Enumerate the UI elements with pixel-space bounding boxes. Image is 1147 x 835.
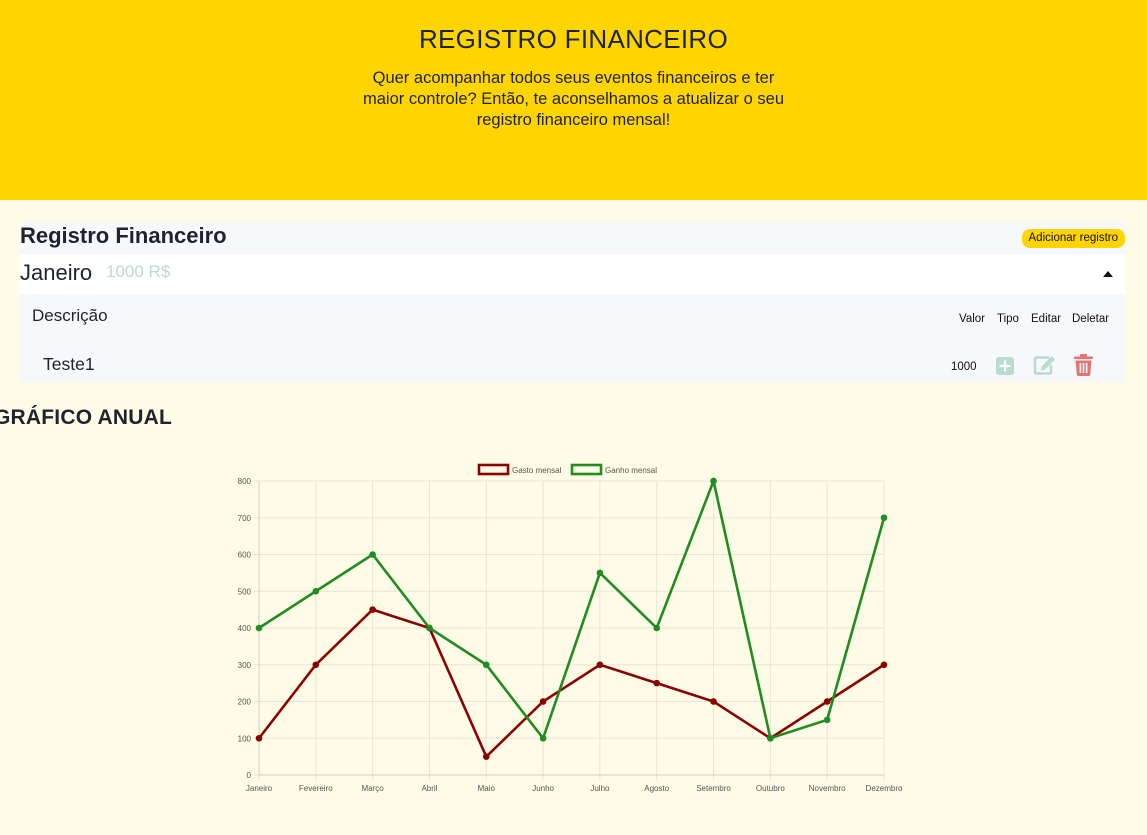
x-tick-label: Março [362, 784, 385, 793]
column-header-description: Descrição [32, 306, 108, 325]
data-point-gasto-mensal [823, 698, 831, 705]
legend-label-gasto-mensal: Gasto mensal [512, 466, 562, 475]
table-header: Descrição Valor Tipo Editar Deletar [20, 294, 1125, 340]
panel-header: Registro Financeiro Adicionar registro [20, 222, 1125, 254]
x-tick-label: Julho [590, 784, 610, 793]
row-valor: 1000 [951, 361, 977, 373]
data-point-ganho-mensal [312, 587, 320, 595]
y-tick-label: 600 [238, 551, 252, 560]
column-header-valor: Valor [959, 313, 985, 325]
x-tick-label: Maio [478, 784, 496, 793]
y-tick-label: 200 [238, 698, 252, 707]
trash-icon[interactable] [1074, 354, 1093, 381]
y-tick-label: 500 [238, 587, 252, 596]
data-point-gasto-mensal [369, 606, 376, 613]
data-point-gasto-mensal [482, 753, 490, 760]
add-record-button[interactable]: Adicionar registro [1021, 229, 1125, 248]
y-tick-label: 300 [238, 661, 252, 670]
legend-label-ganho-mensal: Ganho mensal [605, 466, 657, 475]
series-line-ganho-mensal [258, 476, 886, 741]
edit-icon[interactable] [1033, 355, 1056, 381]
x-tick-label: Dezembro [866, 784, 903, 793]
data-point-ganho-mensal [767, 734, 774, 742]
y-tick-label: 800 [238, 477, 252, 486]
column-header-deletar: Deletar [1072, 313, 1110, 325]
month-accordion-header[interactable]: Janeiro 1000 R$ [20, 254, 1125, 294]
row-description: Teste1 [43, 354, 95, 374]
chart-heading: GRÁFICO ANUAL [0, 406, 172, 429]
column-header-tipo: Tipo [997, 313, 1019, 325]
data-point-ganho-mensal [710, 477, 717, 485]
x-tick-label: Janeiro [246, 784, 273, 793]
month-total: 1000 R$ [106, 262, 171, 281]
x-tick-label: Fevereiro [299, 784, 333, 793]
annual-line-chart: 0 100 200 300 400 500 600 700 800 Janeiro Fevereir… [238, 463, 903, 793]
table-row: Teste1 1000 [20, 340, 1125, 382]
data-point-gasto-mensal [255, 734, 263, 742]
data-point-gasto-mensal [312, 661, 320, 669]
x-tick-label: Setembro [696, 784, 731, 793]
financial-record-panel: Registro Financeiro Adicionar registro J… [20, 222, 1125, 382]
data-point-ganho-mensal [653, 624, 661, 632]
x-tick-label: Outubro [756, 784, 785, 793]
data-point-ganho-mensal [880, 514, 888, 522]
x-tick-label: Junho [532, 784, 554, 793]
data-point-ganho-mensal [255, 624, 263, 632]
data-point-ganho-mensal [426, 624, 433, 632]
legend-swatch-gasto-mensal [477, 463, 510, 476]
legend-swatch-ganho-mensal [570, 463, 603, 476]
hero-banner: REGISTRO FINANCEIRO Quer acompanhar todo… [0, 0, 1147, 200]
series-line-gasto-mensal [257, 608, 885, 759]
y-tick-label: 100 [238, 734, 252, 743]
x-tick-label: Novembro [809, 784, 846, 793]
data-point-ganho-mensal [596, 569, 604, 577]
caret-up-icon[interactable] [1103, 271, 1113, 277]
month-name: Janeiro [20, 260, 93, 285]
data-point-ganho-mensal [369, 551, 376, 558]
column-header-editar: Editar [1031, 313, 1062, 325]
hero-description: Quer acompanhar todos seus eventos finan… [363, 69, 784, 129]
x-tick-label: Agosto [644, 784, 669, 793]
data-point-gasto-mensal [880, 661, 888, 669]
y-tick-label: 400 [238, 624, 252, 633]
data-point-gasto-mensal [539, 698, 547, 705]
y-tick-label: 0 [247, 771, 252, 780]
data-point-gasto-mensal [710, 698, 717, 705]
panel-title: Registro Financeiro [20, 223, 227, 248]
plus-square-icon[interactable] [996, 357, 1014, 380]
y-tick-label: 700 [238, 514, 252, 523]
hero-title: REGISTRO FINANCEIRO [418, 24, 729, 54]
x-tick-label: Abril [421, 784, 437, 793]
data-point-gasto-mensal [653, 679, 661, 687]
data-point-ganho-mensal [482, 661, 490, 669]
data-point-ganho-mensal [823, 716, 831, 724]
data-point-gasto-mensal [596, 661, 604, 669]
data-point-ganho-mensal [539, 734, 547, 742]
